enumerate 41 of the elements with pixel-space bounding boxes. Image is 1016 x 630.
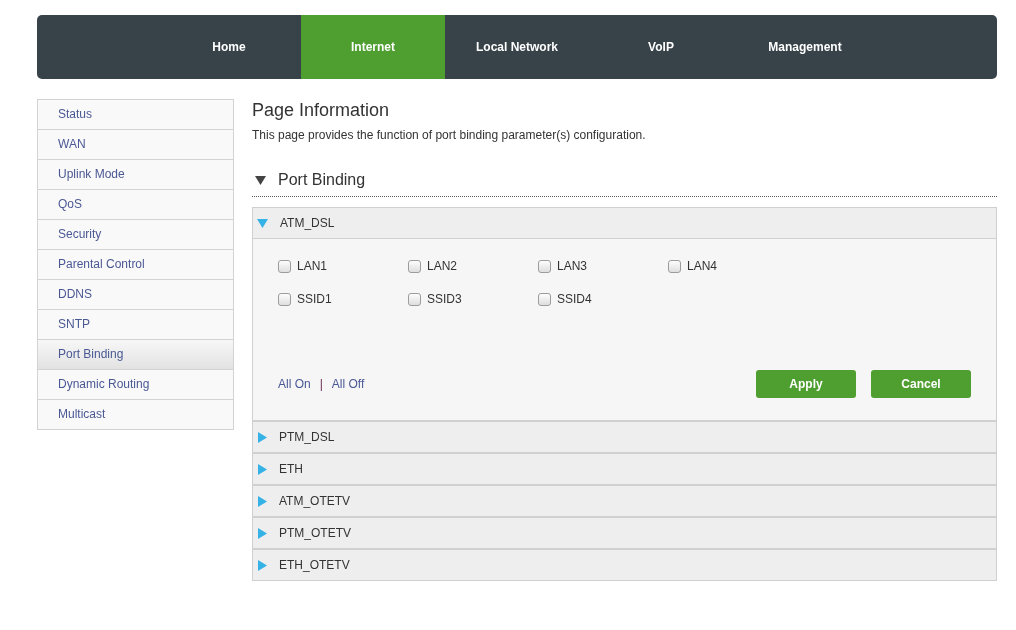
sidebar-item[interactable]: Security: [37, 219, 234, 250]
accordion-header[interactable]: ETH_OTETV: [252, 549, 997, 581]
link-separator: |: [319, 376, 323, 393]
checkbox-label: LAN1: [297, 258, 328, 275]
sidebar-item[interactable]: Multicast: [37, 399, 234, 430]
checkbox[interactable]: [278, 259, 291, 273]
checkbox[interactable]: [278, 292, 291, 306]
accordion-header[interactable]: ATM_OTETV: [252, 485, 997, 517]
sidebar-item[interactable]: Status: [37, 99, 234, 130]
checkbox-label: SSID3: [427, 291, 462, 308]
nav-tab[interactable]: VoIP: [589, 15, 733, 79]
checkbox-label: SSID1: [297, 291, 332, 308]
accordion-header[interactable]: ETH: [252, 453, 997, 485]
sidebar-item[interactable]: SNTP: [37, 309, 234, 340]
nav-tab[interactable]: Local Network: [445, 15, 589, 79]
sidebar-item[interactable]: Port Binding: [37, 339, 234, 370]
checkbox[interactable]: [538, 259, 551, 273]
checkbox[interactable]: [408, 259, 421, 273]
sidebar-item[interactable]: DDNS: [37, 279, 234, 310]
page-description: This page provides the function of port binding parameter(s) configuration.: [252, 127, 647, 143]
checkbox-label: LAN4: [687, 258, 718, 275]
checkbox-label: SSID4: [557, 291, 592, 308]
text-link[interactable]: All Off: [331, 375, 365, 393]
section-title: Port Binding: [278, 170, 366, 190]
text-link[interactable]: All On: [278, 375, 311, 393]
nav-tab[interactable]: Home: [157, 15, 301, 79]
sidebar-item[interactable]: Uplink Mode: [37, 159, 234, 190]
accordion-header[interactable]: ATM_DSL: [252, 207, 997, 239]
page-title: Page Information: [252, 99, 391, 121]
accordion-header[interactable]: PTM_DSL: [252, 421, 997, 453]
checkbox-label: LAN2: [427, 258, 458, 275]
sidebar-item[interactable]: Parental Control: [37, 249, 234, 280]
checkbox[interactable]: [668, 259, 681, 273]
sidebar-item[interactable]: QoS: [37, 189, 234, 220]
nav-tab[interactable]: Management: [733, 15, 877, 79]
sidebar-item[interactable]: WAN: [37, 129, 234, 160]
checkbox[interactable]: [538, 292, 551, 306]
checkbox-label: LAN3: [557, 258, 588, 275]
checkbox[interactable]: [408, 292, 421, 306]
sidebar-item[interactable]: Dynamic Routing: [37, 369, 234, 400]
accordion-header[interactable]: PTM_OTETV: [252, 517, 997, 549]
